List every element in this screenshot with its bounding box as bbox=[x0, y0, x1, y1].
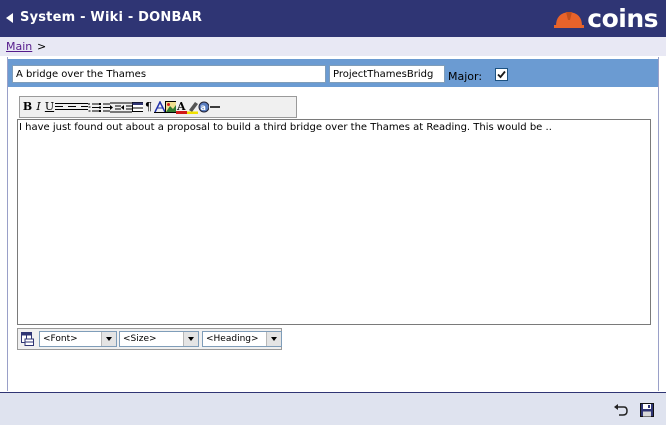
paragraph-icon[interactable]: ¶ bbox=[143, 99, 154, 115]
underline-icon[interactable]: U bbox=[44, 99, 55, 115]
italic-icon[interactable]: I bbox=[33, 99, 44, 115]
format-toolbar: B I U ¶ A a bbox=[19, 96, 297, 118]
horizontal-table-icon[interactable] bbox=[132, 99, 143, 115]
breadcrumb: Main > bbox=[0, 37, 666, 56]
save-icon[interactable] bbox=[640, 403, 654, 420]
size-select[interactable]: <Size> bbox=[119, 331, 199, 347]
format-select-bar: <Font> <Size> <Heading> bbox=[17, 328, 282, 350]
page-title-input[interactable] bbox=[12, 65, 326, 83]
align-right-icon[interactable] bbox=[77, 99, 88, 115]
font-select-value: <Font> bbox=[43, 334, 78, 344]
outdent-icon[interactable] bbox=[121, 99, 132, 115]
heading-select[interactable]: <Heading> bbox=[202, 331, 282, 347]
chevron-down-icon bbox=[183, 332, 198, 346]
numbered-list-icon[interactable] bbox=[88, 99, 99, 115]
helmet-icon bbox=[554, 12, 585, 28]
footer-bar bbox=[0, 392, 666, 425]
wiki-editor-panel: Major: B I U bbox=[7, 57, 659, 391]
svg-text:a: a bbox=[201, 103, 206, 112]
align-center-icon[interactable] bbox=[66, 99, 77, 115]
bold-icon[interactable]: B bbox=[22, 99, 33, 115]
font-color-icon[interactable]: A bbox=[176, 99, 187, 115]
table-properties-icon[interactable] bbox=[21, 332, 34, 349]
font-select[interactable]: <Font> bbox=[39, 331, 117, 347]
chevron-down-icon bbox=[101, 332, 116, 346]
indent-icon[interactable] bbox=[110, 99, 121, 115]
page-name-input[interactable] bbox=[329, 65, 445, 83]
horizontal-rule-icon[interactable] bbox=[209, 99, 220, 115]
window-title: System - Wiki - DONBAR bbox=[20, 10, 203, 25]
spellcheck-icon[interactable]: a bbox=[198, 99, 209, 115]
coins-logo: coins bbox=[554, 6, 658, 32]
major-checkbox[interactable] bbox=[495, 68, 508, 81]
major-label: Major: bbox=[448, 70, 483, 83]
size-select-value: <Size> bbox=[123, 334, 157, 344]
align-left-icon[interactable] bbox=[55, 99, 66, 115]
wiki-content-editor[interactable]: I have just found out about a proposal t… bbox=[17, 119, 651, 325]
page-properties-bar: Major: bbox=[8, 59, 658, 87]
breadcrumb-main-link[interactable]: Main bbox=[6, 40, 32, 53]
back-arrow-icon[interactable] bbox=[6, 13, 13, 23]
breadcrumb-separator: > bbox=[37, 40, 47, 53]
undo-icon[interactable] bbox=[613, 403, 628, 420]
insert-image-icon[interactable] bbox=[165, 99, 176, 115]
insert-link-icon[interactable] bbox=[154, 99, 165, 115]
chevron-down-icon bbox=[266, 332, 281, 346]
title-bar: System - Wiki - DONBAR coins bbox=[0, 0, 666, 37]
logo-text: coins bbox=[587, 4, 658, 33]
highlight-icon[interactable] bbox=[187, 99, 198, 115]
bullet-list-icon[interactable] bbox=[99, 99, 110, 115]
heading-select-value: <Heading> bbox=[206, 334, 259, 344]
checkmark-icon bbox=[497, 70, 506, 79]
